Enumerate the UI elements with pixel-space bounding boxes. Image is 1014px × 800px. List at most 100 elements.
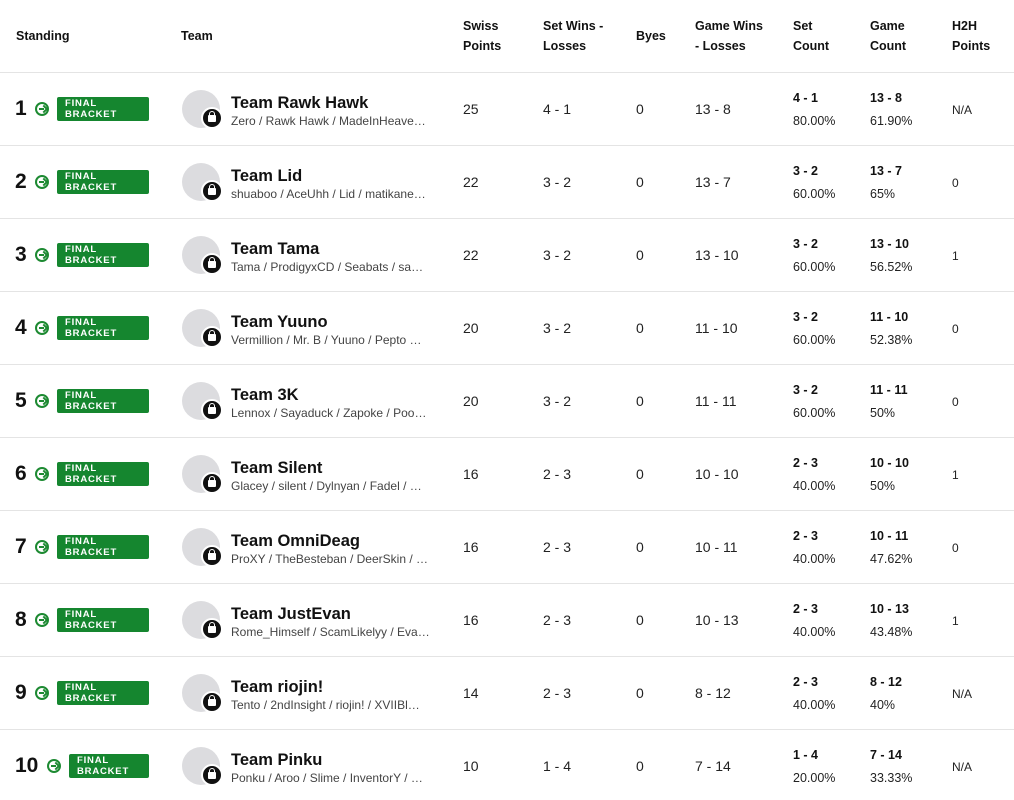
lock-icon bbox=[201, 180, 223, 202]
team-name[interactable]: Team JustEvan bbox=[231, 604, 351, 624]
team-avatar[interactable] bbox=[182, 455, 223, 494]
advance-arrow-icon bbox=[35, 540, 49, 554]
team-name[interactable]: Team Lid bbox=[231, 166, 302, 186]
set-count-percent: 60.00% bbox=[793, 260, 836, 274]
header-game-count[interactable]: Game Count bbox=[870, 16, 906, 56]
set-count-percent: 40.00% bbox=[793, 625, 836, 639]
game-wins-losses: 13 - 7 bbox=[695, 174, 731, 190]
byes: 0 bbox=[636, 393, 644, 409]
final-bracket-badge: FINAL BRACKET bbox=[69, 754, 149, 778]
team-players: Rome_Himself / ScamLikelyy / Eva… bbox=[231, 625, 430, 639]
advance-arrow-icon bbox=[35, 175, 49, 189]
table-row[interactable]: 5 FINAL BRACKET Team 3K Lennox / Sayaduc… bbox=[0, 365, 1014, 438]
set-count: 2 - 3 bbox=[793, 529, 819, 543]
game-count: 11 - 11 bbox=[870, 383, 908, 397]
game-count-percent: 43.48% bbox=[870, 625, 913, 639]
swiss-points: 16 bbox=[463, 539, 479, 555]
header-swiss-points[interactable]: Swiss Points bbox=[463, 16, 501, 56]
standing-rank: 9 bbox=[15, 681, 27, 704]
team-avatar[interactable] bbox=[182, 674, 223, 713]
swiss-points: 25 bbox=[463, 101, 479, 117]
advance-arrow-icon bbox=[35, 467, 49, 481]
team-name[interactable]: Team OmniDeag bbox=[231, 531, 360, 551]
swiss-points: 20 bbox=[463, 393, 479, 409]
team-avatar[interactable] bbox=[182, 236, 223, 275]
badge-line1: FINAL bbox=[65, 609, 97, 620]
final-bracket-badge: FINAL BRACKET bbox=[57, 316, 149, 340]
team-name[interactable]: Team Yuuno bbox=[231, 312, 328, 332]
byes: 0 bbox=[636, 101, 644, 117]
team-avatar[interactable] bbox=[182, 309, 223, 348]
header-swiss-points-line1: Swiss bbox=[463, 19, 499, 33]
team-avatar[interactable] bbox=[182, 601, 223, 640]
header-team[interactable]: Team bbox=[181, 26, 213, 46]
table-row[interactable]: 10 FINAL BRACKET Team Pinku Ponku / Aroo… bbox=[0, 730, 1014, 800]
team-name[interactable]: Team riojin! bbox=[231, 677, 323, 697]
set-count-percent: 40.00% bbox=[793, 552, 836, 566]
set-count: 1 - 4 bbox=[793, 748, 819, 762]
advance-arrow-icon bbox=[35, 613, 49, 627]
team-players: ProXY / TheBesteban / DeerSkin / … bbox=[231, 552, 428, 566]
team-name[interactable]: Team 3K bbox=[231, 385, 299, 405]
game-wins-losses: 7 - 14 bbox=[695, 758, 731, 774]
final-bracket-badge: FINAL BRACKET bbox=[57, 97, 149, 121]
set-count-percent: 60.00% bbox=[793, 333, 836, 347]
set-wins-losses: 3 - 2 bbox=[543, 393, 572, 409]
lock-icon bbox=[201, 399, 223, 421]
game-count: 13 - 8 bbox=[870, 91, 902, 105]
h2h-points: 1 bbox=[952, 249, 959, 263]
standing-rank: 3 bbox=[15, 243, 27, 266]
header-h2h-points[interactable]: H2H Points bbox=[952, 16, 990, 56]
game-count-percent: 65% bbox=[870, 187, 896, 201]
final-bracket-badge: FINAL BRACKET bbox=[57, 681, 149, 705]
h2h-points: N/A bbox=[952, 687, 973, 701]
team-avatar[interactable] bbox=[182, 528, 223, 567]
header-set-wins-losses[interactable]: Set Wins - Losses bbox=[543, 16, 603, 56]
team-avatar[interactable] bbox=[182, 163, 223, 202]
team-name[interactable]: Team Silent bbox=[231, 458, 322, 478]
badge-line1: FINAL bbox=[65, 536, 97, 547]
game-wins-losses: 11 - 11 bbox=[695, 393, 737, 409]
game-count-percent: 52.38% bbox=[870, 333, 913, 347]
game-count: 13 - 7 bbox=[870, 164, 902, 178]
swiss-points: 10 bbox=[463, 758, 479, 774]
header-standing[interactable]: Standing bbox=[16, 26, 69, 46]
h2h-points: N/A bbox=[952, 103, 973, 117]
team-avatar[interactable] bbox=[182, 747, 223, 786]
h2h-points: 0 bbox=[952, 541, 959, 555]
standing-rank: 10 bbox=[15, 754, 39, 777]
set-wins-losses: 4 - 1 bbox=[543, 101, 572, 117]
table-row[interactable]: 4 FINAL BRACKET Team Yuuno Vermillion / … bbox=[0, 292, 1014, 365]
set-count-percent: 60.00% bbox=[793, 406, 836, 420]
lock-icon bbox=[201, 253, 223, 275]
team-avatar[interactable] bbox=[182, 90, 223, 129]
team-name[interactable]: Team Rawk Hawk bbox=[231, 93, 368, 113]
table-row[interactable]: 3 FINAL BRACKET Team Tama Tama / Prodigy… bbox=[0, 219, 1014, 292]
team-name[interactable]: Team Pinku bbox=[231, 750, 322, 770]
table-row[interactable]: 8 FINAL BRACKET Team JustEvan Rome_Himse… bbox=[0, 584, 1014, 657]
set-count-percent: 20.00% bbox=[793, 771, 836, 785]
header-game-count-line2: Count bbox=[870, 39, 907, 53]
header-game-wl-line1: Game Wins bbox=[695, 19, 763, 33]
standing-rank: 5 bbox=[15, 389, 27, 412]
h2h-points: 0 bbox=[952, 395, 959, 409]
header-game-wins-losses[interactable]: Game Wins - Losses bbox=[695, 16, 763, 56]
table-row[interactable]: 2 FINAL BRACKET Team Lid shuaboo / AceUh… bbox=[0, 146, 1014, 219]
badge-line2: BRACKET bbox=[65, 474, 118, 485]
header-byes[interactable]: Byes bbox=[636, 26, 666, 46]
table-row[interactable]: 1 FINAL BRACKET Team Rawk Hawk Zero / Ra… bbox=[0, 73, 1014, 146]
byes: 0 bbox=[636, 466, 644, 482]
table-row[interactable]: 7 FINAL BRACKET Team OmniDeag ProXY / Th… bbox=[0, 511, 1014, 584]
team-players: Lennox / Sayaduck / Zapoke / Poo… bbox=[231, 406, 427, 420]
byes: 0 bbox=[636, 612, 644, 628]
team-avatar[interactable] bbox=[182, 382, 223, 421]
standing-rank: 4 bbox=[15, 316, 27, 339]
table-row[interactable]: 6 FINAL BRACKET Team Silent Glacey / sil… bbox=[0, 438, 1014, 511]
team-name[interactable]: Team Tama bbox=[231, 239, 319, 259]
set-wins-losses: 2 - 3 bbox=[543, 612, 572, 628]
game-wins-losses: 10 - 13 bbox=[695, 612, 739, 628]
table-row[interactable]: 9 FINAL BRACKET Team riojin! Tento / 2nd… bbox=[0, 657, 1014, 730]
game-wins-losses: 13 - 10 bbox=[695, 247, 739, 263]
set-wins-losses: 3 - 2 bbox=[543, 174, 572, 190]
header-set-count[interactable]: Set Count bbox=[793, 16, 829, 56]
